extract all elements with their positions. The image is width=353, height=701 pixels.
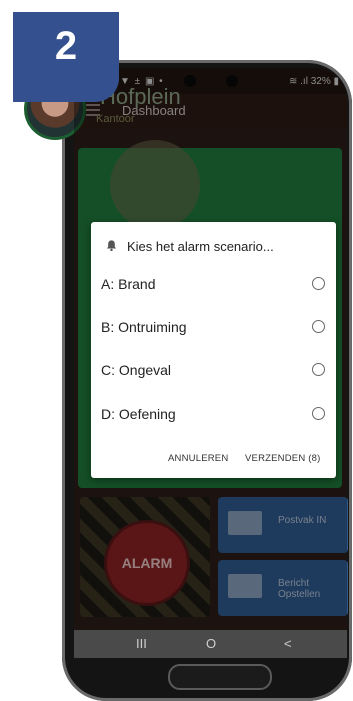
option-ontruiming[interactable]: B: Ontruiming (101, 315, 329, 339)
phone-bottom-detail (168, 664, 272, 690)
option-label: C: Ongeval (101, 362, 172, 378)
option-label: B: Ontruiming (101, 319, 187, 335)
android-nav-bar: III O < (74, 630, 347, 658)
alarm-scenario-dialog: Kies het alarm scenario... A: Brand B: O… (91, 222, 336, 478)
radio-button[interactable] (312, 277, 325, 290)
option-ongeval[interactable]: C: Ongeval (101, 358, 329, 382)
cancel-button[interactable]: ANNULEREN (168, 453, 228, 464)
step-badge: 2 (13, 12, 119, 102)
step-number: 2 (54, 24, 78, 68)
radio-button[interactable] (312, 320, 325, 333)
option-brand[interactable]: A: Brand (101, 272, 329, 296)
radio-button[interactable] (312, 363, 325, 376)
nav-back-button[interactable]: < (284, 636, 292, 651)
option-label: A: Brand (101, 276, 156, 292)
bell-icon (106, 240, 117, 252)
nav-recent-button[interactable]: III (136, 636, 147, 651)
nav-home-button[interactable]: O (206, 636, 216, 651)
send-button[interactable]: VERZENDEN (8) (245, 453, 320, 464)
dialog-title: Kies het alarm scenario... (127, 239, 274, 254)
option-label: D: Oefening (101, 406, 176, 422)
radio-button[interactable] (312, 407, 325, 420)
option-oefening[interactable]: D: Oefening (101, 402, 329, 426)
